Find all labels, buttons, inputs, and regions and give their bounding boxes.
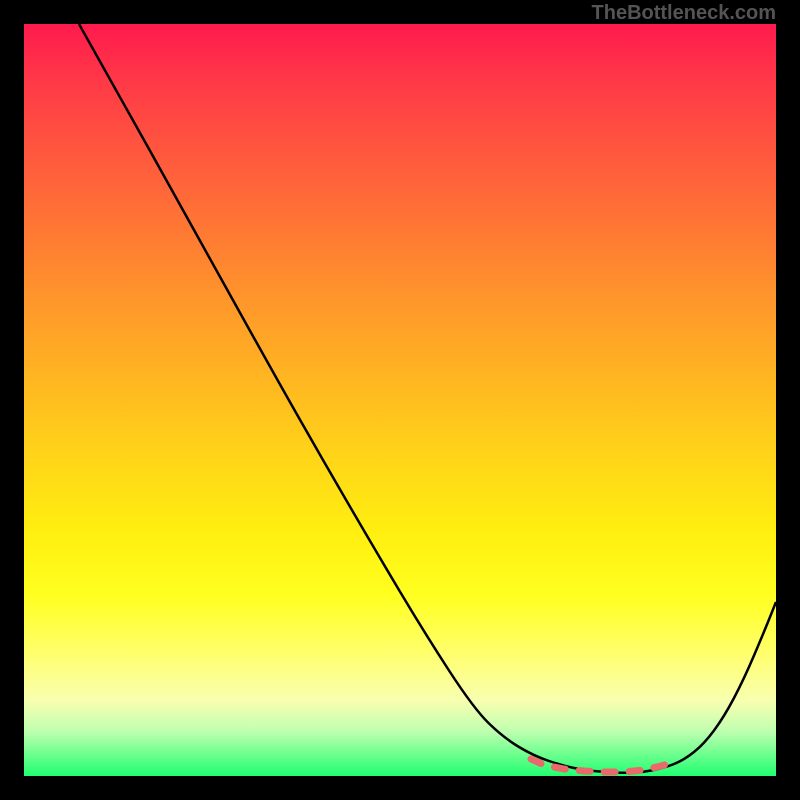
attribution-text: TheBottleneck.com [592,2,776,25]
bottleneck-curve [79,24,776,773]
chart-svg [24,24,776,776]
chart-frame [24,24,776,776]
plot-area [24,24,776,776]
